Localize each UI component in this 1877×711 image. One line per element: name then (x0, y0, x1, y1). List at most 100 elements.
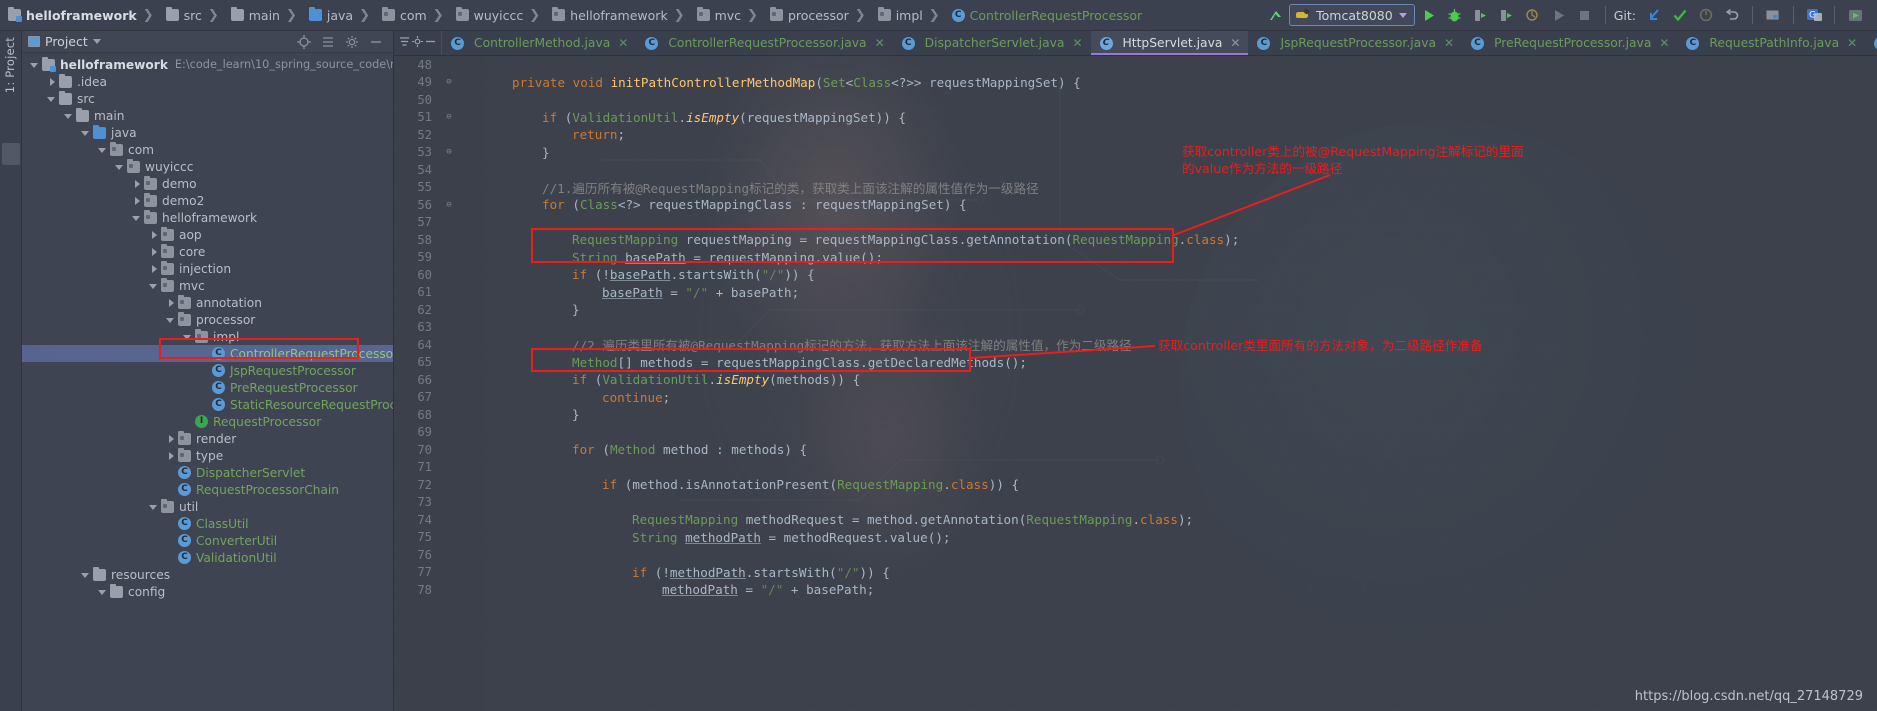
editor-tab[interactable]: C PreRequestProcessor.java ✕ (1462, 31, 1677, 55)
tree-row[interactable]: C ValidationUtil (22, 549, 393, 566)
editor-tab[interactable]: CReque✕ (1865, 31, 1877, 55)
chevron-down-icon[interactable] (81, 128, 91, 138)
breadcrumb-item-9[interactable]: impl ❯ (874, 0, 948, 30)
chevron-down-icon[interactable] (30, 60, 40, 70)
tree-row[interactable]: I RequestProcessor (22, 413, 393, 430)
close-icon[interactable]: ✕ (1230, 36, 1240, 50)
tree-row[interactable]: wuyiccc (22, 158, 393, 175)
hide-editor-icon[interactable] (424, 35, 437, 51)
close-icon[interactable]: ✕ (1847, 36, 1857, 50)
chevron-down-icon[interactable] (64, 111, 74, 121)
tree-row[interactable]: helloframework (22, 209, 393, 226)
git-commit-button[interactable] (1668, 4, 1692, 27)
fold-marker[interactable]: ⊖ (438, 112, 460, 122)
git-update-project-button[interactable] (1642, 4, 1666, 27)
editor-tab[interactable]: C HttpServlet.java ✕ (1090, 31, 1249, 55)
chevron-down-icon[interactable] (92, 39, 101, 44)
editor-tab[interactable]: C JspRequestProcessor.java ✕ (1248, 31, 1462, 55)
editor-tab[interactable]: C RequestPathInfo.java ✕ (1677, 31, 1865, 55)
tree-row[interactable]: C JspRequestProcessor (22, 362, 393, 379)
breadcrumb-item-7[interactable]: mvc ❯ (693, 0, 766, 30)
sidebar-item-project[interactable]: 1: Project (3, 37, 17, 93)
tool-window-button[interactable] (2, 143, 20, 165)
run-button[interactable] (1417, 4, 1441, 27)
tree-row[interactable]: util (22, 498, 393, 515)
breadcrumb-item-6[interactable]: helloframework ❯ (548, 0, 692, 30)
fold-marker[interactable]: ⊖ (438, 77, 460, 87)
chevron-right-icon[interactable] (132, 196, 142, 206)
tree-row[interactable]: demo2 (22, 192, 393, 209)
fold-marker[interactable]: ⊖ (438, 200, 460, 210)
chevron-down-icon[interactable] (47, 94, 57, 104)
run-configuration-selector[interactable]: Tomcat8080 (1289, 4, 1415, 26)
chevron-down-icon[interactable] (115, 162, 125, 172)
debug-button[interactable] (1443, 4, 1467, 27)
chevron-down-icon[interactable] (132, 213, 142, 223)
chevron-down-icon[interactable] (81, 570, 91, 580)
chevron-down-icon[interactable] (98, 145, 108, 155)
code-content[interactable]: 48 49 ⊖ private void initPathControllerMeth… (394, 56, 1877, 711)
breadcrumb-item-4[interactable]: com ❯ (378, 0, 452, 30)
tree-row[interactable]: impl (22, 328, 393, 345)
tree-row[interactable]: config (22, 583, 393, 600)
close-icon[interactable]: ✕ (618, 36, 628, 50)
chevron-right-icon[interactable] (132, 179, 142, 189)
project-structure-button[interactable] (1761, 4, 1785, 27)
collapse-all-icon[interactable] (321, 35, 335, 49)
close-icon[interactable]: ✕ (875, 36, 885, 50)
chevron-down-icon[interactable] (149, 281, 159, 291)
chevron-down-icon[interactable] (166, 315, 176, 325)
tree-row[interactable]: C ControllerRequestProcessor (22, 345, 393, 362)
settings-gear-icon[interactable] (411, 35, 424, 51)
tree-row[interactable]: .idea (22, 73, 393, 90)
breadcrumb-item-2[interactable]: main ❯ (227, 0, 305, 30)
tree-row[interactable]: type (22, 447, 393, 464)
breadcrumb-item-8[interactable]: processor ❯ (766, 0, 874, 30)
fold-marker[interactable]: ⊖ (438, 147, 460, 157)
close-icon[interactable]: ✕ (1659, 36, 1669, 50)
hide-panel-icon[interactable] (369, 35, 383, 49)
tree-row[interactable]: C DispatcherServlet (22, 464, 393, 481)
breadcrumb-item-10[interactable]: C ControllerRequestProcessor (948, 0, 1146, 30)
tree-row[interactable]: com (22, 141, 393, 158)
tree-row[interactable]: demo (22, 175, 393, 192)
tree-row[interactable]: C RequestProcessorChain (22, 481, 393, 498)
tree-row[interactable]: processor (22, 311, 393, 328)
editor-tab[interactable]: C DispatcherServlet.java ✕ (893, 31, 1091, 55)
tree-row[interactable]: java (22, 124, 393, 141)
chevron-right-icon[interactable] (166, 298, 176, 308)
tree-row[interactable]: C PreRequestProcessor (22, 379, 393, 396)
tree-row[interactable]: injection (22, 260, 393, 277)
run-dim-button[interactable] (1547, 4, 1571, 27)
chevron-right-icon[interactable] (47, 77, 57, 87)
tree-row[interactable]: aop (22, 226, 393, 243)
settings-gear-icon[interactable] (345, 35, 359, 49)
chevron-right-icon[interactable] (166, 434, 176, 444)
breadcrumb-item-0[interactable]: helloframework ❯ (4, 0, 162, 30)
tree-row[interactable]: C ConverterUtil (22, 532, 393, 549)
breadcrumb-item-3[interactable]: java ❯ (305, 0, 378, 30)
tree-row[interactable]: render (22, 430, 393, 447)
locate-icon[interactable] (297, 34, 311, 49)
tree-row[interactable]: main (22, 107, 393, 124)
tree-row[interactable]: C ClassUtil (22, 515, 393, 532)
navigate-up-icon[interactable] (1263, 4, 1287, 27)
tree-row[interactable]: src (22, 90, 393, 107)
undo-button[interactable] (1720, 4, 1744, 27)
search-everywhere-button[interactable]: G (1802, 4, 1826, 27)
chevron-right-icon[interactable] (149, 230, 159, 240)
breadcrumb-item-1[interactable]: src ❯ (162, 0, 227, 30)
chevron-down-icon[interactable] (98, 587, 108, 597)
tree-row[interactable]: mvc (22, 277, 393, 294)
stop-button[interactable] (1573, 4, 1597, 27)
profile-button[interactable] (1495, 4, 1519, 27)
tree-row[interactable]: helloframework E:\code_learn\10_spring_so… (22, 56, 393, 73)
editor-tab[interactable]: C ControllerMethod.java ✕ (442, 31, 636, 55)
tree-row[interactable]: C StaticResourceRequestProcessor (22, 396, 393, 413)
sort-tabs-icon[interactable] (398, 35, 411, 51)
tree-row[interactable]: annotation (22, 294, 393, 311)
chevron-down-icon[interactable] (149, 502, 159, 512)
close-icon[interactable]: ✕ (1072, 36, 1082, 50)
chevron-right-icon[interactable] (149, 247, 159, 257)
project-tree[interactable]: helloframework E:\code_learn\10_spring_so… (22, 53, 393, 600)
